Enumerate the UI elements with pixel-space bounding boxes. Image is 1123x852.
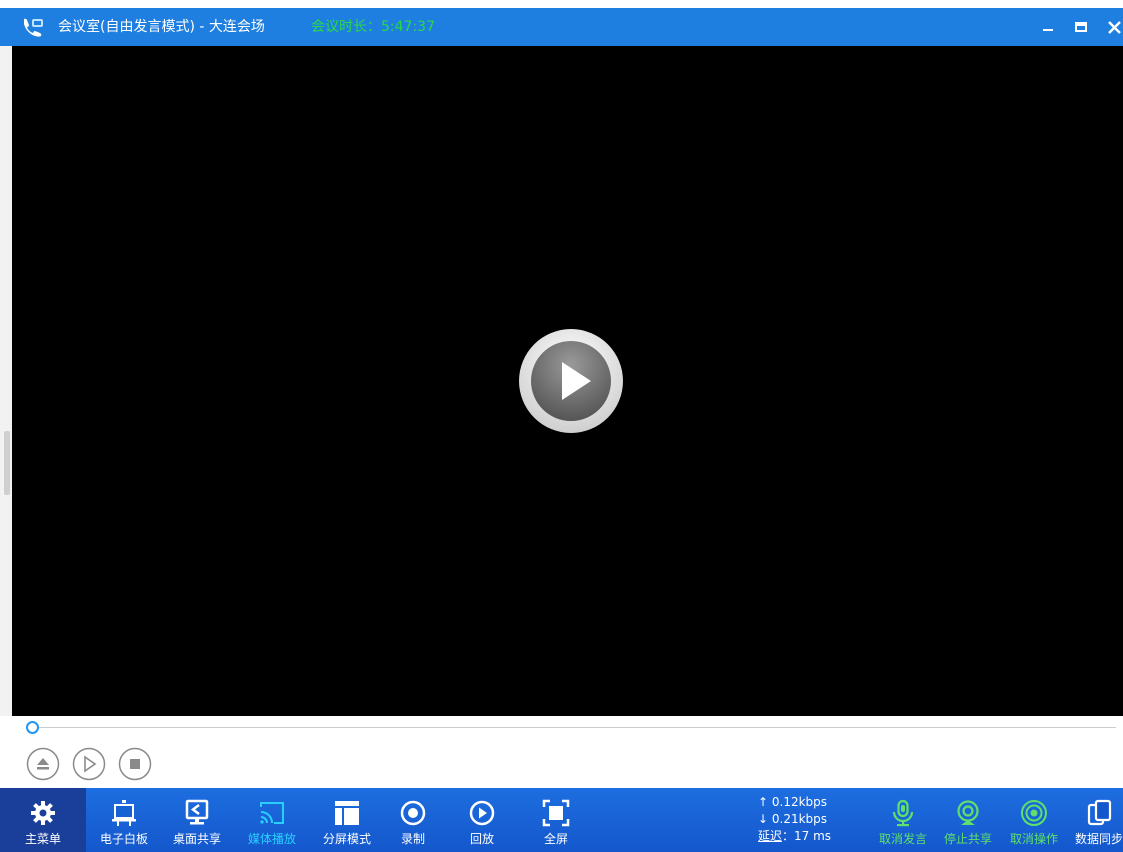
desktop-share-button[interactable]: 桌面共享 xyxy=(164,788,230,852)
split-screen-icon xyxy=(335,801,359,825)
play-icon[interactable] xyxy=(72,747,106,781)
upload-rate: ↑ 0.12kbps xyxy=(758,795,828,809)
eject-icon[interactable] xyxy=(26,747,60,781)
title-bar: 会议室(自由发言模式) - 大连会场 会议时长：5:47:37 xyxy=(0,8,1123,46)
cancel-operation-button[interactable]: 取消操作 xyxy=(1004,788,1064,852)
duration-value: 5:47:37 xyxy=(381,19,435,35)
progress-slider-handle[interactable] xyxy=(26,721,39,734)
whiteboard-label: 电子白板 xyxy=(99,832,148,846)
maximize-icon xyxy=(1075,22,1087,32)
media-play-label: 媒体播放 xyxy=(247,832,296,846)
latency-value: ：17 ms xyxy=(782,829,832,843)
data-sync-icon xyxy=(1087,799,1112,826)
main-menu-button[interactable]: 主菜单 xyxy=(0,788,86,852)
side-panel-toggle[interactable] xyxy=(4,431,10,495)
fullscreen-icon xyxy=(542,799,570,827)
minimize-icon xyxy=(1043,29,1053,31)
big-play-icon[interactable] xyxy=(518,328,624,434)
split-mode-button[interactable]: 分屏模式 xyxy=(315,788,379,852)
whiteboard-button[interactable]: 电子白板 xyxy=(92,788,156,852)
fullscreen-button[interactable]: 全屏 xyxy=(534,788,578,852)
main-menu-label: 主菜单 xyxy=(24,832,61,846)
microphone-icon xyxy=(892,799,914,827)
cancel-speak-label: 取消发言 xyxy=(878,832,927,846)
desktop-share-label: 桌面共享 xyxy=(172,832,221,846)
maximize-button[interactable] xyxy=(1066,8,1096,46)
conference-window: 会议室(自由发言模式) - 大连会场 会议时长：5:47:37 主菜单 电子白板… xyxy=(0,0,1123,852)
playback-label: 回放 xyxy=(469,832,494,846)
cast-icon xyxy=(260,802,284,824)
download-rate: ↓ 0.21kbps xyxy=(758,812,828,826)
stop-icon[interactable] xyxy=(118,747,152,781)
whiteboard-icon xyxy=(112,800,136,826)
bottom-toolbar: 主菜单 电子白板 桌面共享 媒体播放 分屏模式 录制 回放 全屏 ↑ 0.12k… xyxy=(0,788,1123,852)
progress-track[interactable] xyxy=(32,727,1116,728)
media-video-area[interactable] xyxy=(12,46,1123,716)
fullscreen-label: 全屏 xyxy=(543,832,568,846)
playback-icon xyxy=(469,800,495,826)
latency-readout: 延迟：17 ms xyxy=(758,828,868,845)
data-sync-button[interactable]: 数据同步 xyxy=(1070,788,1123,852)
data-sync-label: 数据同步 xyxy=(1075,832,1123,846)
network-stats: ↑ 0.12kbps ↓ 0.21kbps 延迟：17 ms xyxy=(758,794,868,845)
window-title: 会议室(自由发言模式) - 大连会场 xyxy=(58,19,265,35)
playback-control-area xyxy=(0,716,1123,788)
close-button[interactable] xyxy=(1099,8,1123,46)
side-panel-strip xyxy=(0,46,12,716)
meeting-duration: 会议时长：5:47:37 xyxy=(311,17,435,37)
playback-button[interactable]: 回放 xyxy=(460,788,504,852)
split-mode-label: 分屏模式 xyxy=(322,832,371,846)
media-play-button[interactable]: 媒体播放 xyxy=(240,788,304,852)
minimize-button[interactable] xyxy=(1033,8,1063,46)
gear-icon xyxy=(31,801,55,825)
close-icon xyxy=(1107,20,1121,34)
cancel-operation-label: 取消操作 xyxy=(1009,832,1058,846)
desktop-share-icon xyxy=(185,799,209,825)
conference-logo-icon xyxy=(21,15,45,39)
target-icon xyxy=(1021,800,1047,826)
duration-label: 会议时长： xyxy=(311,19,381,35)
stop-share-button[interactable]: 停止共享 xyxy=(938,788,998,852)
latency-label[interactable]: 延迟 xyxy=(758,829,782,843)
cancel-speak-button[interactable]: 取消发言 xyxy=(874,788,932,852)
webcam-icon xyxy=(957,800,979,825)
record-label: 录制 xyxy=(400,832,425,846)
record-icon xyxy=(400,800,426,826)
record-button[interactable]: 录制 xyxy=(391,788,435,852)
stop-share-label: 停止共享 xyxy=(943,832,992,846)
